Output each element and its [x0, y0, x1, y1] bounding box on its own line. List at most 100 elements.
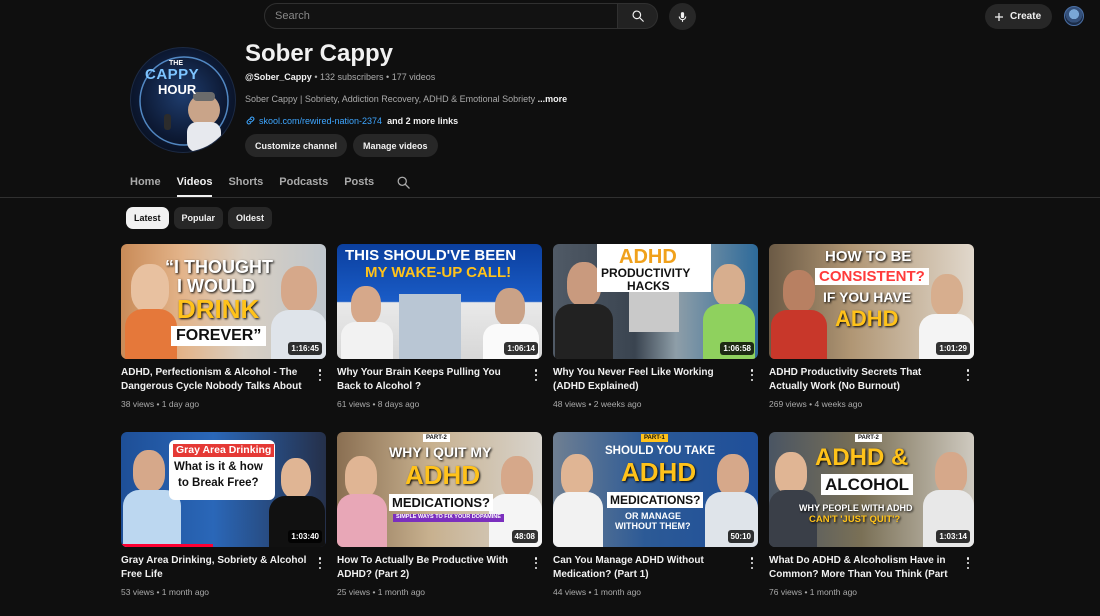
- video-title[interactable]: ADHD, Perfectionism & Alcohol - The Dang…: [121, 366, 307, 394]
- video-title[interactable]: Why Your Brain Keeps Pulling You Back to…: [337, 366, 523, 394]
- more-options-icon[interactable]: [964, 368, 972, 382]
- video-title[interactable]: Can You Manage ADHD Without Medication? …: [553, 554, 739, 582]
- create-button[interactable]: Create: [985, 4, 1053, 29]
- video-meta: 53 views • 1 month ago: [121, 587, 210, 597]
- thumbnail-text: ADHD: [621, 457, 697, 487]
- video-thumbnail[interactable]: PART-2 ADHD & ALCOHOL WHY PEOPLE WITH AD…: [769, 432, 974, 547]
- chip-oldest[interactable]: Oldest: [228, 207, 273, 229]
- video-card[interactable]: PART-1 SHOULD YOU TAKE ADHD MEDICATIONS?…: [553, 432, 758, 597]
- video-thumbnail[interactable]: PART-2 WHY I QUIT MY ADHD MEDICATIONS? S…: [337, 432, 542, 547]
- video-card[interactable]: PART-2 ADHD & ALCOHOL WHY PEOPLE WITH AD…: [769, 432, 974, 597]
- voice-search-button[interactable]: [669, 3, 696, 30]
- sort-chips: Latest Popular Oldest: [126, 207, 273, 229]
- video-card[interactable]: PART-2 WHY I QUIT MY ADHD MEDICATIONS? S…: [337, 432, 542, 597]
- video-title[interactable]: ADHD Productivity Secrets That Actually …: [769, 366, 955, 394]
- thumbnail-text: FOREVER”: [171, 326, 267, 346]
- manage-videos-button[interactable]: Manage videos: [353, 134, 438, 157]
- video-meta: 269 views • 4 weeks ago: [769, 399, 863, 409]
- thumbnail-person: [495, 288, 525, 326]
- video-title[interactable]: Gray Area Drinking, Sobriety & Alcohol F…: [121, 554, 307, 582]
- video-meta: 25 views • 1 month ago: [337, 587, 426, 597]
- watch-progress-bar: [121, 544, 213, 547]
- thumbnail-text: WHY I QUIT MY: [389, 444, 492, 460]
- video-thumbnail[interactable]: Gray Area Drinking What is it & how to B…: [121, 432, 326, 547]
- video-title[interactable]: Why You Never Feel Like Working (ADHD Ex…: [553, 366, 739, 394]
- thumbnail-person: [345, 456, 377, 498]
- thumbnail-person: [561, 454, 593, 496]
- thumbnail-person: [131, 264, 169, 312]
- channel-handle: @Sober_Cappy: [245, 72, 312, 82]
- thumbnail-text: PART-1: [641, 434, 668, 442]
- thumbnail-person: [931, 274, 963, 316]
- thumbnail-text: MEDICATIONS?: [389, 494, 493, 511]
- customize-channel-button[interactable]: Customize channel: [245, 134, 348, 157]
- thumbnail-text: Gray Area Drinking: [173, 444, 275, 457]
- channel-search-button[interactable]: [396, 168, 411, 196]
- thumbnail-person: [783, 270, 815, 312]
- video-meta: 48 views • 2 weeks ago: [553, 399, 642, 409]
- channel-description[interactable]: Sober Cappy | Sobriety, Addiction Recove…: [245, 94, 567, 104]
- thumbnail-text: DRINK: [177, 294, 260, 324]
- video-thumbnail[interactable]: THIS SHOULD'VE BEEN MY WAKE-UP CALL! 1:0…: [337, 244, 542, 359]
- subscriber-count: 132 subscribers: [319, 72, 384, 82]
- tab-videos[interactable]: Videos: [176, 168, 212, 197]
- thumbnail-text: MEDICATIONS?: [607, 492, 704, 508]
- search-bar: [264, 3, 658, 29]
- search-button[interactable]: [618, 3, 658, 29]
- thumbnail-text: WHY PEOPLE WITH ADHD: [799, 503, 913, 513]
- video-duration: 1:03:14: [936, 530, 970, 543]
- account-avatar[interactable]: [1064, 6, 1084, 26]
- thumbnail-person: [501, 456, 533, 498]
- video-duration: 50:10: [727, 530, 754, 543]
- thumbnail-text: “I THOUGHT: [165, 257, 273, 277]
- channel-links: skool.com/rewired-nation-2374 and 2 more…: [245, 115, 458, 126]
- video-meta: 76 views • 1 month ago: [769, 587, 858, 597]
- more-options-icon[interactable]: [748, 368, 756, 382]
- channel-title: Sober Cappy: [245, 40, 394, 67]
- more-options-icon[interactable]: [964, 556, 972, 570]
- video-thumbnail[interactable]: “I THOUGHT I WOULD DRINK FOREVER” 1:16:4…: [121, 244, 326, 359]
- thumbnail-text: ADHD: [835, 306, 899, 331]
- video-meta: 61 views • 8 days ago: [337, 399, 420, 409]
- description-more[interactable]: ...more: [538, 94, 568, 104]
- video-title[interactable]: What Do ADHD & Alcoholism Have in Common…: [769, 554, 955, 582]
- thumbnail-person: [713, 264, 745, 306]
- video-card[interactable]: HOW TO BE CONSISTENT? IF YOU HAVE ADHD 1…: [769, 244, 974, 409]
- tab-shorts[interactable]: Shorts: [228, 168, 263, 196]
- more-options-icon[interactable]: [316, 556, 324, 570]
- more-links[interactable]: and 2 more links: [387, 116, 458, 126]
- channel-meta: @Sober_Cappy • 132 subscribers • 177 vid…: [245, 72, 436, 82]
- thumbnail-text: WITHOUT THEM?: [615, 521, 691, 531]
- video-thumbnail[interactable]: PART-1 SHOULD YOU TAKE ADHD MEDICATIONS?…: [553, 432, 758, 547]
- thumbnail-person: [281, 266, 317, 312]
- thumbnail-text: IF YOU HAVE: [823, 289, 912, 305]
- avatar-text-hour: HOUR: [158, 82, 197, 97]
- video-duration: 1:06:58: [720, 342, 754, 355]
- more-options-icon[interactable]: [532, 368, 540, 382]
- video-thumbnail[interactable]: ADHD PRODUCTIVITY HACKS 1:06:58: [553, 244, 758, 359]
- video-card[interactable]: ADHD PRODUCTIVITY HACKS 1:06:58 Why You …: [553, 244, 758, 409]
- more-options-icon[interactable]: [532, 556, 540, 570]
- thumbnail-text: MY WAKE-UP CALL!: [365, 264, 512, 281]
- channel-logo: [139, 56, 229, 152]
- video-thumbnail[interactable]: HOW TO BE CONSISTENT? IF YOU HAVE ADHD 1…: [769, 244, 974, 359]
- channel-link[interactable]: skool.com/rewired-nation-2374: [259, 116, 382, 126]
- video-card[interactable]: Gray Area Drinking What is it & how to B…: [121, 432, 326, 597]
- video-duration: 1:01:29: [936, 342, 970, 355]
- tab-posts[interactable]: Posts: [344, 168, 374, 196]
- video-title[interactable]: How To Actually Be Productive With ADHD?…: [337, 554, 523, 582]
- video-card[interactable]: THIS SHOULD'VE BEEN MY WAKE-UP CALL! 1:0…: [337, 244, 542, 409]
- tabs-divider: [0, 197, 1100, 198]
- video-card[interactable]: “I THOUGHT I WOULD DRINK FOREVER” 1:16:4…: [121, 244, 326, 409]
- chip-popular[interactable]: Popular: [173, 207, 224, 229]
- search-input[interactable]: [264, 3, 618, 29]
- thumbnail-person: [935, 452, 967, 494]
- more-options-icon[interactable]: [316, 368, 324, 382]
- chip-latest[interactable]: Latest: [126, 207, 169, 229]
- more-options-icon[interactable]: [748, 556, 756, 570]
- video-meta: 38 views • 1 day ago: [121, 399, 200, 409]
- tab-home[interactable]: Home: [130, 168, 161, 196]
- thumbnail-text: ADHD &: [815, 444, 909, 471]
- tab-podcasts[interactable]: Podcasts: [279, 168, 328, 196]
- video-meta: 44 views • 1 month ago: [553, 587, 642, 597]
